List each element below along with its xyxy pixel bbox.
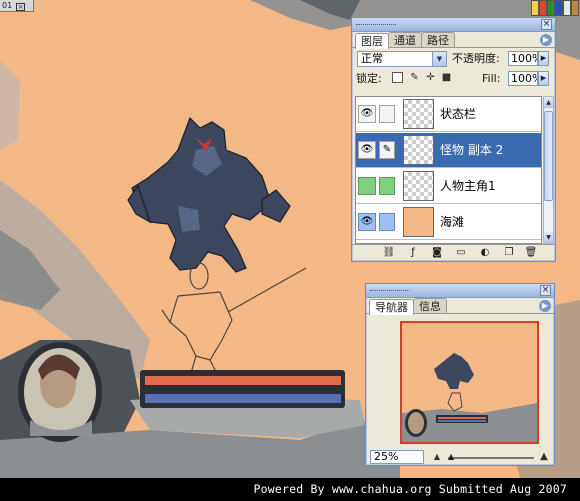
swatches-strip[interactable]	[531, 0, 580, 16]
close-icon[interactable]: ×	[540, 285, 551, 296]
layer-thumbnail	[403, 207, 434, 237]
visibility-eye-icon[interactable]: 👁	[358, 105, 376, 123]
swatch[interactable]	[539, 0, 547, 16]
layers-panel: × 图层 通道 路径 ▶ 正常 ▼ 不透明度: 100% ▶ 锁定: ✎ ✛ ■…	[351, 17, 556, 262]
layer-scrollbar[interactable]: ▲ ▼	[543, 96, 554, 244]
chevron-down-icon[interactable]: ▼	[432, 52, 446, 66]
credit-bar: Powered By www.chahua.org Submitted Aug …	[0, 478, 580, 501]
layers-panel-tabs: 图层 通道 路径 ▶	[352, 32, 555, 49]
layer-thumbnail	[403, 171, 434, 201]
panel-titlebar[interactable]: ×	[352, 18, 555, 32]
link-icon[interactable]	[379, 105, 395, 123]
blend-mode-value: 正常	[361, 52, 383, 65]
lock-transparency-icon[interactable]	[392, 72, 403, 83]
blend-row: 正常 ▼ 不透明度: 100% ▶	[352, 48, 555, 68]
grip-icon	[370, 290, 410, 292]
fill-stepper-icon[interactable]: ▶	[538, 71, 549, 86]
navigator-panel-tabs: 导航器 信息 ▶	[366, 298, 554, 315]
lock-paint-icon[interactable]: ✎	[409, 72, 420, 83]
fill-field[interactable]: 100%	[508, 71, 538, 86]
close-icon[interactable]: ×	[541, 19, 552, 30]
health-bar	[145, 376, 341, 385]
visibility-eye-icon[interactable]	[358, 177, 376, 195]
layer-row[interactable]: 人物主角1	[356, 169, 541, 204]
group-folder-icon[interactable]: ▭	[454, 247, 468, 259]
layer-list: 👁 状态栏 👁 ✎ 怪物 副本 2 人物主角1 👁 海滩	[355, 96, 542, 244]
swatch[interactable]	[531, 0, 539, 16]
layer-row[interactable]: 👁 海滩	[356, 205, 541, 240]
navigator-panel: × 导航器 信息 ▶ 25% ▲ ▲ ▲	[365, 283, 555, 466]
layer-row[interactable]: 👁 状态栏	[356, 97, 541, 132]
fill-label: Fill:	[482, 72, 501, 85]
swatch[interactable]	[563, 0, 571, 16]
lock-label: 锁定:	[356, 72, 382, 85]
swatch[interactable]	[571, 0, 579, 16]
zoom-slider-handle[interactable]: ▲	[448, 452, 456, 462]
opacity-stepper-icon[interactable]: ▶	[538, 51, 549, 66]
visibility-eye-icon[interactable]: 👁	[358, 213, 376, 231]
brush-icon[interactable]: ✎	[379, 141, 395, 159]
layer-thumbnail	[403, 99, 434, 129]
close-icon[interactable]: ×	[16, 3, 26, 11]
opacity-label: 不透明度:	[452, 52, 500, 65]
document-tab-label: 01	[2, 1, 13, 10]
zoom-in-icon[interactable]: ▲	[537, 451, 551, 462]
navigator-preview[interactable]	[400, 321, 539, 444]
link-icon[interactable]	[379, 213, 395, 231]
panel-menu-icon[interactable]: ▶	[539, 300, 551, 312]
layer-thumbnail	[403, 135, 434, 165]
lock-row: 锁定: ✎ ✛ ■ Fill: 100% ▶	[352, 68, 555, 88]
mana-bar	[145, 394, 341, 403]
opacity-field[interactable]: 100%	[508, 51, 538, 66]
credit-text: Powered By www.chahua.org Submitted Aug …	[253, 482, 567, 496]
link-layers-icon[interactable]: ⛓	[382, 247, 396, 259]
tab-paths[interactable]: 路径	[421, 32, 455, 47]
tab-channels[interactable]: 通道	[388, 32, 422, 47]
navigator-thumbnail	[402, 323, 537, 442]
panel-titlebar[interactable]: ×	[366, 284, 554, 298]
zoom-out-icon[interactable]: ▲	[430, 451, 444, 462]
layer-name: 怪物 副本 2	[440, 143, 504, 157]
lock-all-icon[interactable]: ■	[441, 72, 452, 83]
tab-layers[interactable]: 图层	[355, 33, 389, 49]
navigator-footer: 25% ▲ ▲ ▲	[366, 449, 554, 465]
lock-move-icon[interactable]: ✛	[425, 72, 436, 83]
mask-icon[interactable]: ◙	[430, 247, 444, 259]
layer-style-icon[interactable]: ƒ	[406, 247, 420, 259]
new-layer-icon[interactable]: ❐	[502, 247, 516, 259]
trash-icon[interactable]: 🗑	[524, 247, 538, 259]
swatch[interactable]	[555, 0, 563, 16]
layer-name: 状态栏	[440, 107, 477, 121]
swatch[interactable]	[547, 0, 555, 16]
tab-navigator[interactable]: 导航器	[369, 299, 414, 315]
layer-name: 海滩	[440, 215, 465, 229]
scroll-down-icon[interactable]: ▼	[544, 232, 553, 243]
panel-menu-icon[interactable]: ▶	[540, 34, 552, 46]
layers-footer: ⛓ ƒ ◙ ▭ ◐ ❐ 🗑	[352, 244, 555, 261]
grip-icon	[356, 24, 396, 26]
document-tab[interactable]: 01 ×	[0, 0, 34, 12]
blend-mode-select[interactable]: 正常 ▼	[357, 51, 447, 67]
scroll-up-icon[interactable]: ▲	[544, 97, 553, 108]
link-icon[interactable]	[379, 177, 395, 195]
adjustment-layer-icon[interactable]: ◐	[478, 247, 492, 259]
layer-name: 人物主角1	[440, 179, 496, 193]
layer-row-selected[interactable]: 👁 ✎ 怪物 副本 2	[356, 133, 541, 168]
tab-info[interactable]: 信息	[413, 298, 447, 313]
zoom-slider-track[interactable]	[448, 457, 534, 459]
scrollbar-thumb[interactable]	[544, 111, 553, 201]
zoom-field[interactable]: 25%	[370, 450, 424, 464]
visibility-eye-icon[interactable]: 👁	[358, 141, 376, 159]
